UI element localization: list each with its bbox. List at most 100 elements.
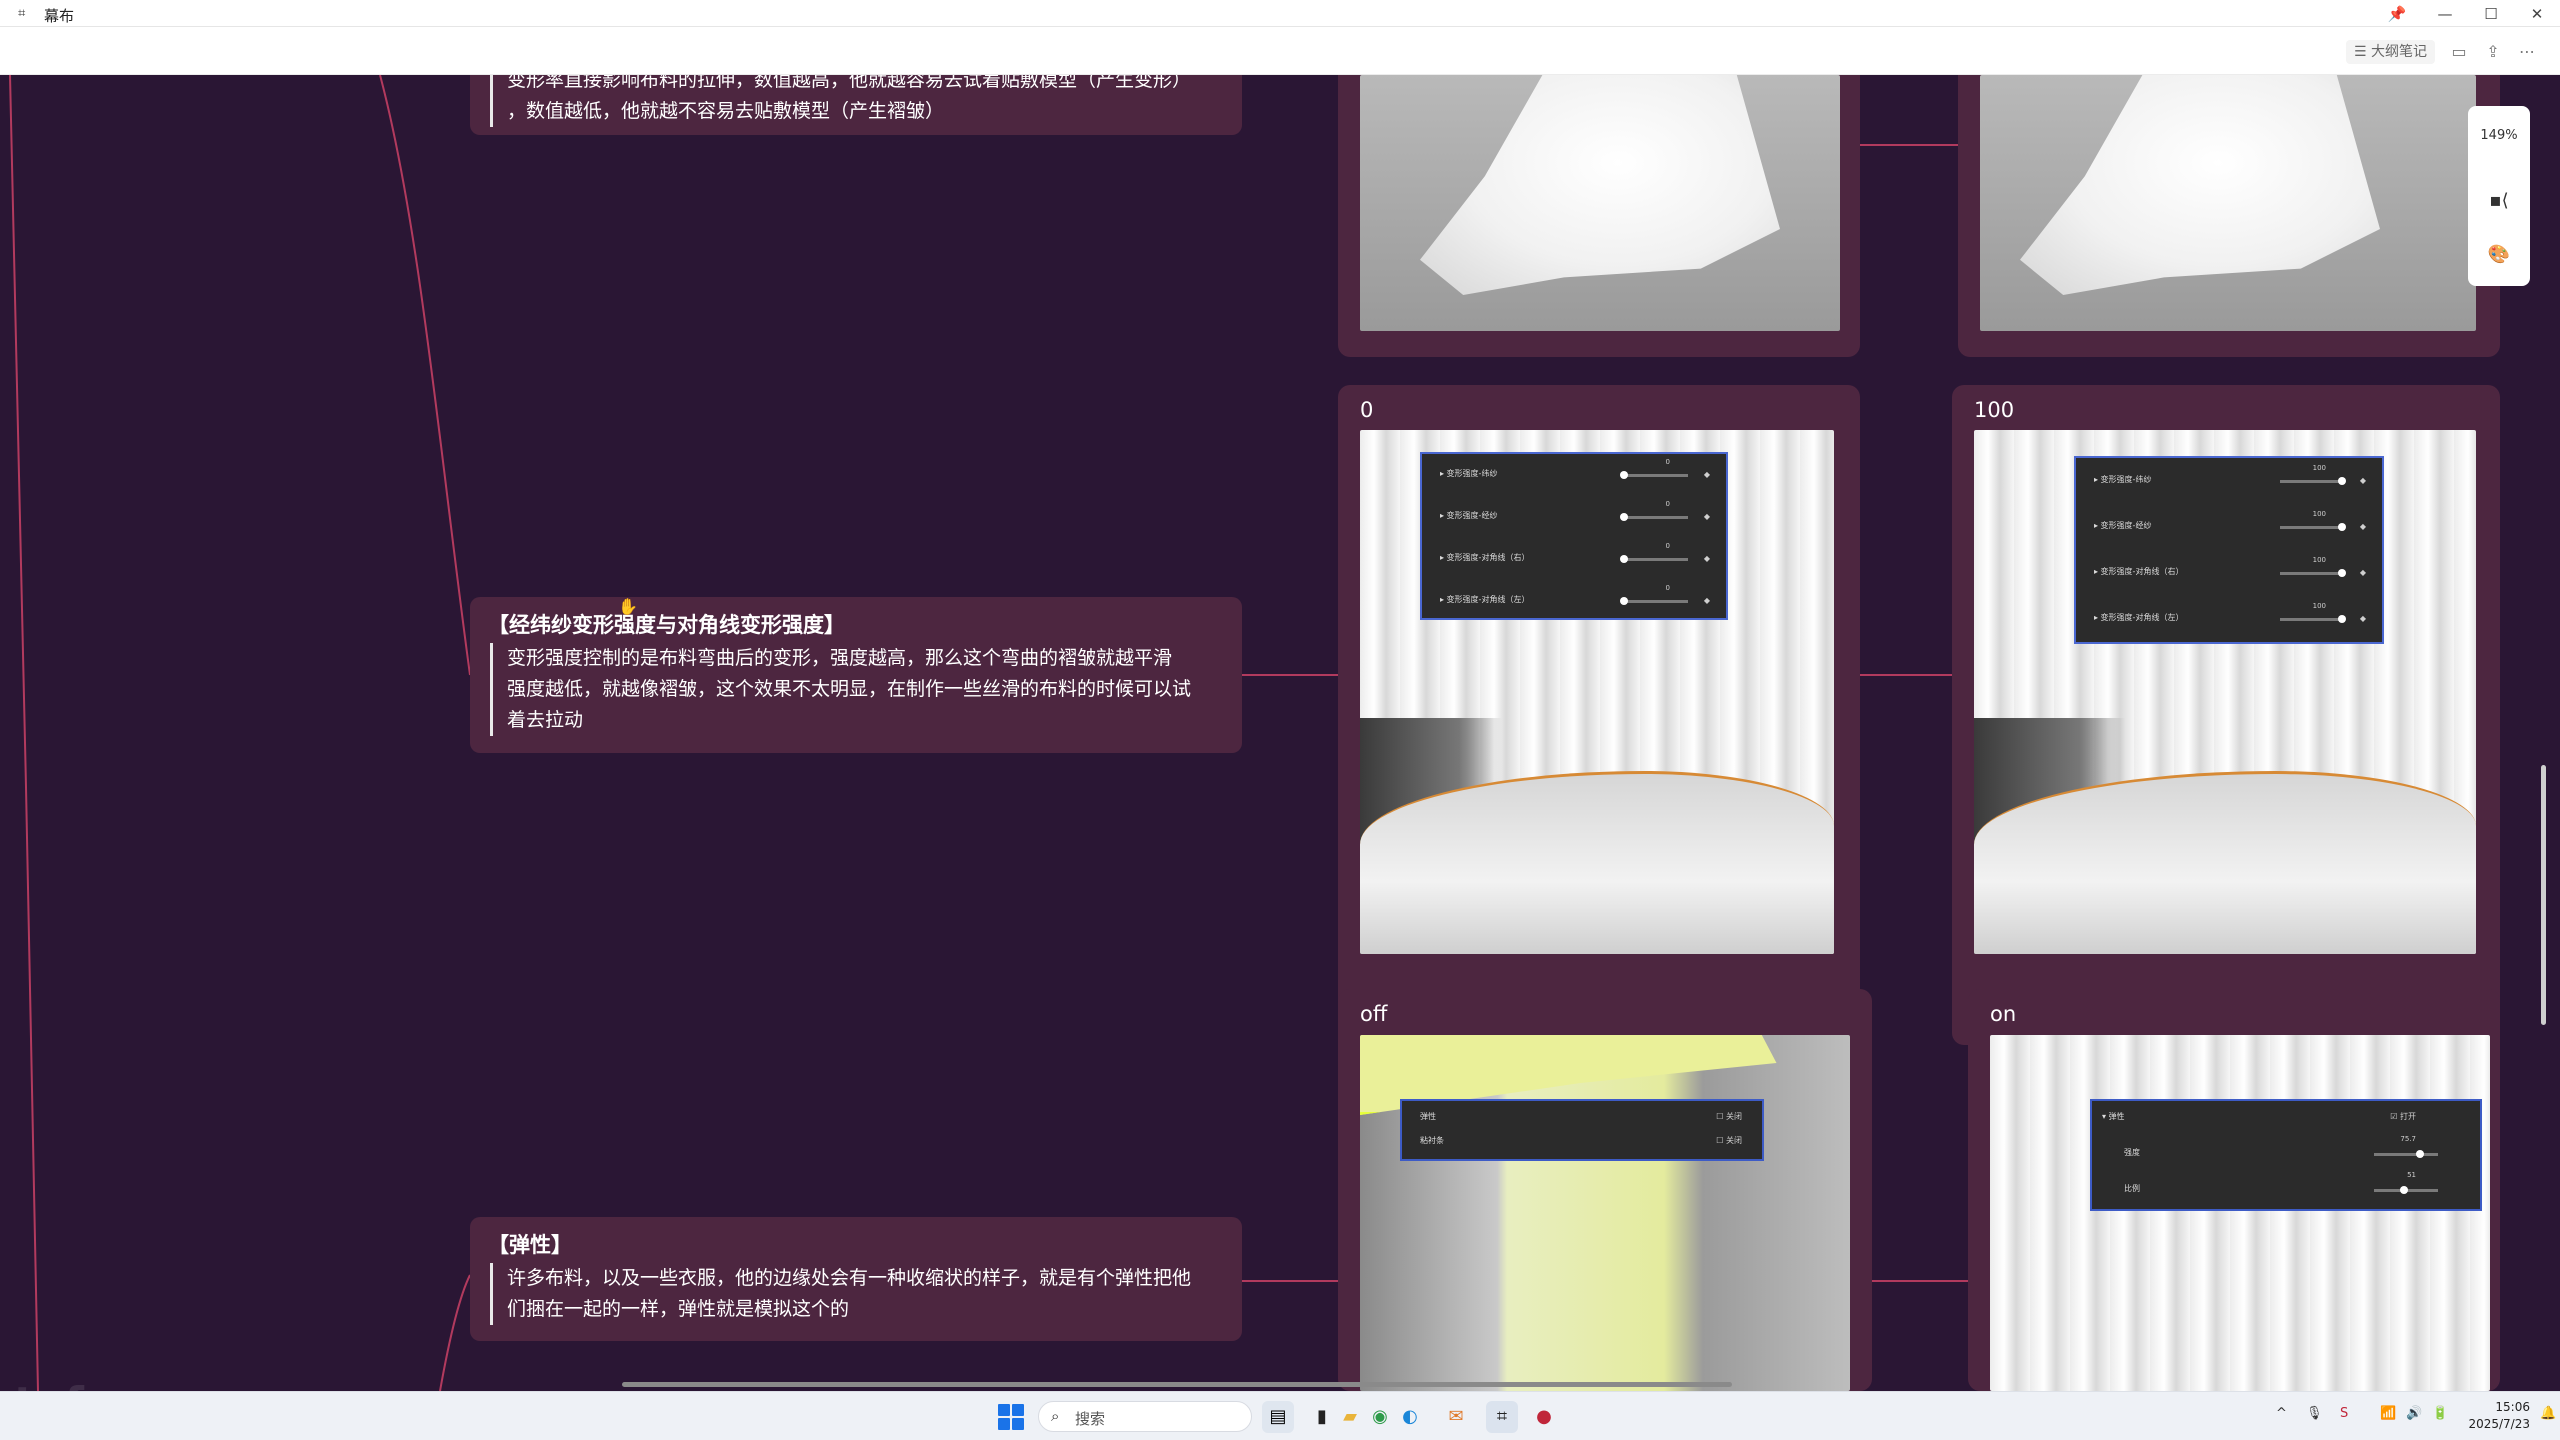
slider-thumb [2338, 569, 2346, 577]
volume-icon[interactable]: 🔊 [2406, 1406, 2422, 1421]
slider-thumb [1620, 555, 1628, 563]
maximize-button[interactable]: ☐ [2476, 3, 2506, 25]
image-card-drape-left[interactable] [1338, 75, 1860, 357]
slider-thumb [2416, 1150, 2424, 1158]
slider-thumb [1620, 513, 1628, 521]
card-label: 0 [1360, 398, 1374, 422]
keyframe-icon: ◆ [1703, 512, 1710, 521]
node-line: 变形率直接影响布料的拉伸，数值越高，他就越容易去试着贴敷模型（产生变形） [507, 75, 1192, 91]
doc-icon[interactable]: ▭ [2446, 39, 2472, 65]
node-deformation-strength[interactable]: 【经纬纱变形强度与对角线变形强度】 变形强度控制的是布料弯曲后的变形，强度越高，… [470, 597, 1242, 753]
vertical-scrollbar[interactable] [2541, 765, 2546, 1025]
grab-cursor-icon: ✋ [618, 597, 638, 616]
node-line: 变形强度控制的是布料弯曲后的变形，强度越高，那么这个弯曲的褶皱就越平滑 [507, 647, 1173, 669]
node-line: ，数值越低，他就越不容易去贴敷模型（产生褶皱） [507, 100, 945, 122]
image-card-strength-100[interactable]: 100 ▸ 变形强度-纬纱 100 ◆ ▸ 变形强度-经纱 100 ◆ ▸ 变形强度-对… [1952, 385, 2500, 1045]
microphone-icon[interactable]: 🎙 [2306, 1406, 2323, 1421]
clock-date: 2025/7/23 [2468, 1417, 2530, 1431]
drape-render-image [1360, 75, 1840, 331]
window-title: 幕布 [44, 7, 75, 25]
palette-icon[interactable]: 🎨 [2468, 244, 2530, 265]
image-card-drape-right[interactable] [1958, 75, 2500, 357]
panel-row: ▸ 变形强度-对角线（左） 100 ◆ [2094, 602, 2366, 623]
edge-icon[interactable]: ◐ [1394, 1401, 1426, 1433]
taskbar-search[interactable]: ⌕ 搜索 [1038, 1401, 1252, 1432]
connector-elastic [439, 1274, 471, 1391]
curtain-render-image: ▸ 变形强度-纬纱 0 ◆ ▸ 变形强度-经纱 0 ◆ ▸ 变形强度-对角线（右） 0 ◆ … [1360, 430, 1834, 954]
node-body: 变形强度控制的是布料弯曲后的变形，强度越高，那么这个弯曲的褶皱就越平滑 强度越低… [490, 643, 1214, 736]
panel-row: ▸ 变形强度-对角线（右） 0 ◆ [1440, 542, 1710, 563]
chrome-icon[interactable]: ◉ [1364, 1401, 1396, 1433]
battery-icon[interactable]: 🔋 [2432, 1406, 2448, 1421]
panel-row: ▸ 变形强度-对角线（左） 0 ◆ [1440, 584, 1710, 605]
drape-render-image [1980, 75, 2476, 331]
window-title-bar: ⌗ 幕布 📌 — ☐ ✕ [0, 0, 2560, 27]
outline-notes-button[interactable]: ☰ 大纲笔记 [2346, 40, 2436, 64]
slider-thumb [2400, 1186, 2408, 1194]
wifi-icon[interactable]: 📶 [2380, 1406, 2396, 1421]
keyframe-icon: ◆ [2359, 476, 2366, 485]
panel-row: ▸ 变形强度-纬纱 0 ◆ [1440, 458, 1710, 479]
mail-icon[interactable]: ✉ [1440, 1401, 1472, 1433]
close-button[interactable]: ✕ [2522, 3, 2552, 25]
keyframe-icon: ◆ [1703, 554, 1710, 563]
panel-row: 比例 51 [2124, 1171, 2460, 1199]
node-title: 【经纬纱变形强度与对角线变形强度】 [488, 613, 845, 637]
node-line: 们捆在一起的一样，弹性就是模拟这个的 [507, 1298, 850, 1320]
keyframe-icon: ◆ [2359, 614, 2366, 623]
card-label: off [1360, 1002, 1388, 1026]
elastic-settings-panel: ▾ 弹性 ☑ 打开 强度 75.7 比例 51 [2090, 1099, 2482, 1211]
panel-row: ▸ 变形强度-纬纱 100 ◆ [2094, 464, 2366, 485]
slider-thumb [1620, 471, 1628, 479]
node-deformation-rate[interactable]: 变形率直接影响布料的拉伸，数值越高，他就越容易去试着贴敷模型（产生变形） ，数值… [470, 75, 1242, 135]
clock-time: 15:06 [2495, 1400, 2530, 1414]
panel-row: 强度 75.7 [2124, 1135, 2460, 1163]
zoom-level[interactable]: 149% [2468, 128, 2530, 143]
node-elasticity[interactable]: 【弹性】 许多布料，以及一些衣服，他的边缘处会有一种收缩状的样子，就是有个弹性把… [470, 1217, 1242, 1341]
search-icon: ⌕ [1051, 1407, 1060, 1425]
panel-row: ▸ 变形强度-经纱 0 ◆ [1440, 500, 1710, 521]
image-card-strength-0[interactable]: 0 ▸ 变形强度-纬纱 0 ◆ ▸ 变形强度-经纱 0 ◆ ▸ 变形强度-对角线（右） 0… [1338, 385, 1860, 1045]
right-floating-toolbar: 149% ▪⟨ 🎨 [2468, 106, 2530, 286]
search-placeholder: 搜索 [1075, 1410, 1106, 1428]
system-clock[interactable]: 15:06 2025/7/23 [2460, 1399, 2530, 1433]
app-icon[interactable]: ● [1528, 1401, 1560, 1433]
panel-row: 粘衬条 ☐ 关闭 [1420, 1136, 1742, 1145]
keyframe-icon: ◆ [1703, 596, 1710, 605]
connector-left-edge [9, 75, 39, 1391]
node-body: 许多布料，以及一些衣服，他的边缘处会有一种收缩状的样子，就是有个弹性把他 们捆在… [490, 1263, 1214, 1325]
node-line: 强度越低，就越像褶皱，这个效果不太明显，在制作一些丝滑的布料的时候可以试 [507, 678, 1192, 700]
slider-thumb [1620, 597, 1628, 605]
image-card-elastic-off[interactable]: off 弹性 ☐ 关闭 粘衬条 ☐ 关闭 [1338, 989, 1872, 1391]
antivirus-icon[interactable]: S [2340, 1406, 2348, 1421]
slider-thumb [2338, 615, 2346, 623]
panel-row: ▸ 变形强度-对角线（右） 100 ◆ [2094, 556, 2366, 577]
minimize-button[interactable]: — [2430, 3, 2460, 25]
curtain-render-image: ▸ 变形强度-纬纱 100 ◆ ▸ 变形强度-经纱 100 ◆ ▸ 变形强度-对角线（右… [1974, 430, 2476, 954]
share-icon[interactable]: ⇪ [2480, 39, 2506, 65]
slider-thumb [2338, 477, 2346, 485]
image-card-elastic-on[interactable]: on ▾ 弹性 ☑ 打开 强度 75.7 比例 51 [1968, 989, 2500, 1391]
mindmap-canvas[interactable]: 变形率直接影响布料的拉伸，数值越高，他就越容易去试着贴敷模型（产生变形） ，数值… [0, 75, 2560, 1391]
app-toolbar: ☰ 大纲笔记 ▭ ⇪ ⋯ [0, 27, 2560, 75]
taskbar: ⌕ 搜索 ▤ ▮ ▰ ◉ ◐ ✉ ⌗ ● ^ 🎙 S 📶 🔊 🔋 15:06 2… [0, 1391, 2560, 1440]
deformation-strength-panel: ▸ 变形强度-纬纱 100 ◆ ▸ 变形强度-经纱 100 ◆ ▸ 变形强度-对角线（右… [2074, 456, 2384, 644]
mubu-icon[interactable]: ⌗ [1486, 1401, 1518, 1433]
pin-button[interactable]: 📌 [2382, 3, 2412, 25]
keyframe-icon: ◆ [2359, 568, 2366, 577]
horizontal-scrollbar[interactable] [622, 1382, 1732, 1387]
keyframe-icon: ◆ [1703, 470, 1710, 479]
connect-icon[interactable]: ▪⟨ [2468, 190, 2530, 211]
elastic-on-render-image: ▾ 弹性 ☑ 打开 强度 75.7 比例 51 [1990, 1035, 2490, 1391]
folder-icon[interactable]: ▰ [1334, 1401, 1366, 1433]
card-label: on [1990, 1002, 2017, 1026]
more-icon[interactable]: ⋯ [2514, 39, 2540, 65]
deformation-strength-panel: ▸ 变形强度-纬纱 0 ◆ ▸ 变形强度-经纱 0 ◆ ▸ 变形强度-对角线（右） 0 ◆ … [1420, 452, 1728, 620]
elastic-settings-panel: 弹性 ☐ 关闭 粘衬条 ☐ 关闭 [1400, 1099, 1764, 1161]
notification-icon[interactable]: 🔔 [2540, 1406, 2556, 1421]
tray-chevron-icon[interactable]: ^ [2276, 1406, 2287, 1421]
node-title: 【弹性】 [488, 1233, 572, 1257]
file-explorer-icon[interactable]: ▤ [1262, 1401, 1294, 1433]
start-button[interactable] [998, 1404, 1024, 1430]
elastic-off-render-image: 弹性 ☐ 关闭 粘衬条 ☐ 关闭 [1360, 1035, 1850, 1391]
